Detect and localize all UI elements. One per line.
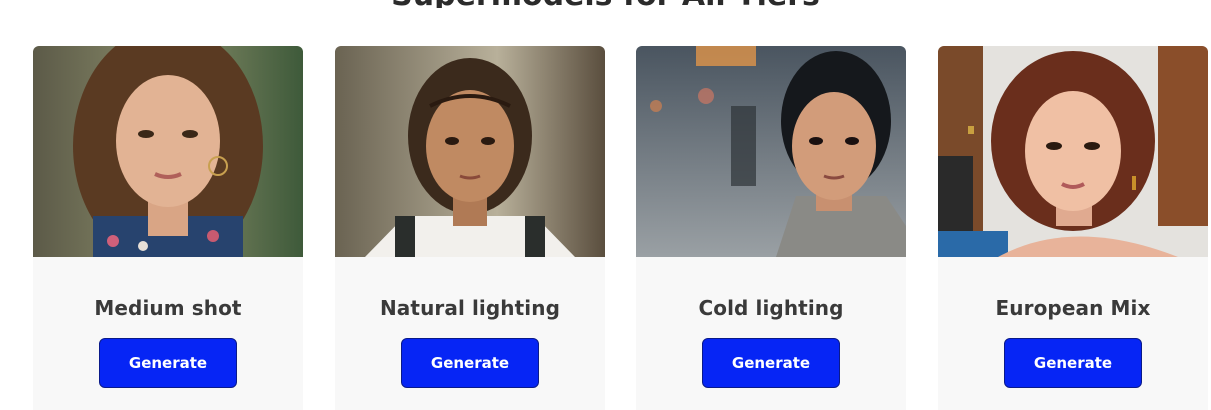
generate-button[interactable]: Generate	[1004, 338, 1142, 388]
card-title: Cold lighting	[698, 296, 844, 320]
card-image	[636, 46, 906, 257]
model-card-natural-lighting: Natural lighting Generate	[335, 46, 605, 410]
generate-button[interactable]: Generate	[99, 338, 237, 388]
section-heading: Supermodels for All Tiers	[0, 0, 1211, 8]
model-card-medium-shot: Medium shot Generate	[33, 46, 303, 410]
card-image	[938, 46, 1208, 257]
card-title: Medium shot	[94, 296, 242, 320]
generate-button[interactable]: Generate	[702, 338, 840, 388]
card-image	[335, 46, 605, 257]
model-card-european-mix: European Mix Generate	[938, 46, 1208, 410]
generate-button[interactable]: Generate	[401, 338, 539, 388]
model-card-grid: Medium shot Generate Natural lighting Ge…	[0, 46, 1211, 410]
card-title: European Mix	[995, 296, 1151, 320]
card-image	[33, 46, 303, 257]
model-card-cold-lighting: Cold lighting Generate	[636, 46, 906, 410]
card-title: Natural lighting	[379, 296, 561, 320]
